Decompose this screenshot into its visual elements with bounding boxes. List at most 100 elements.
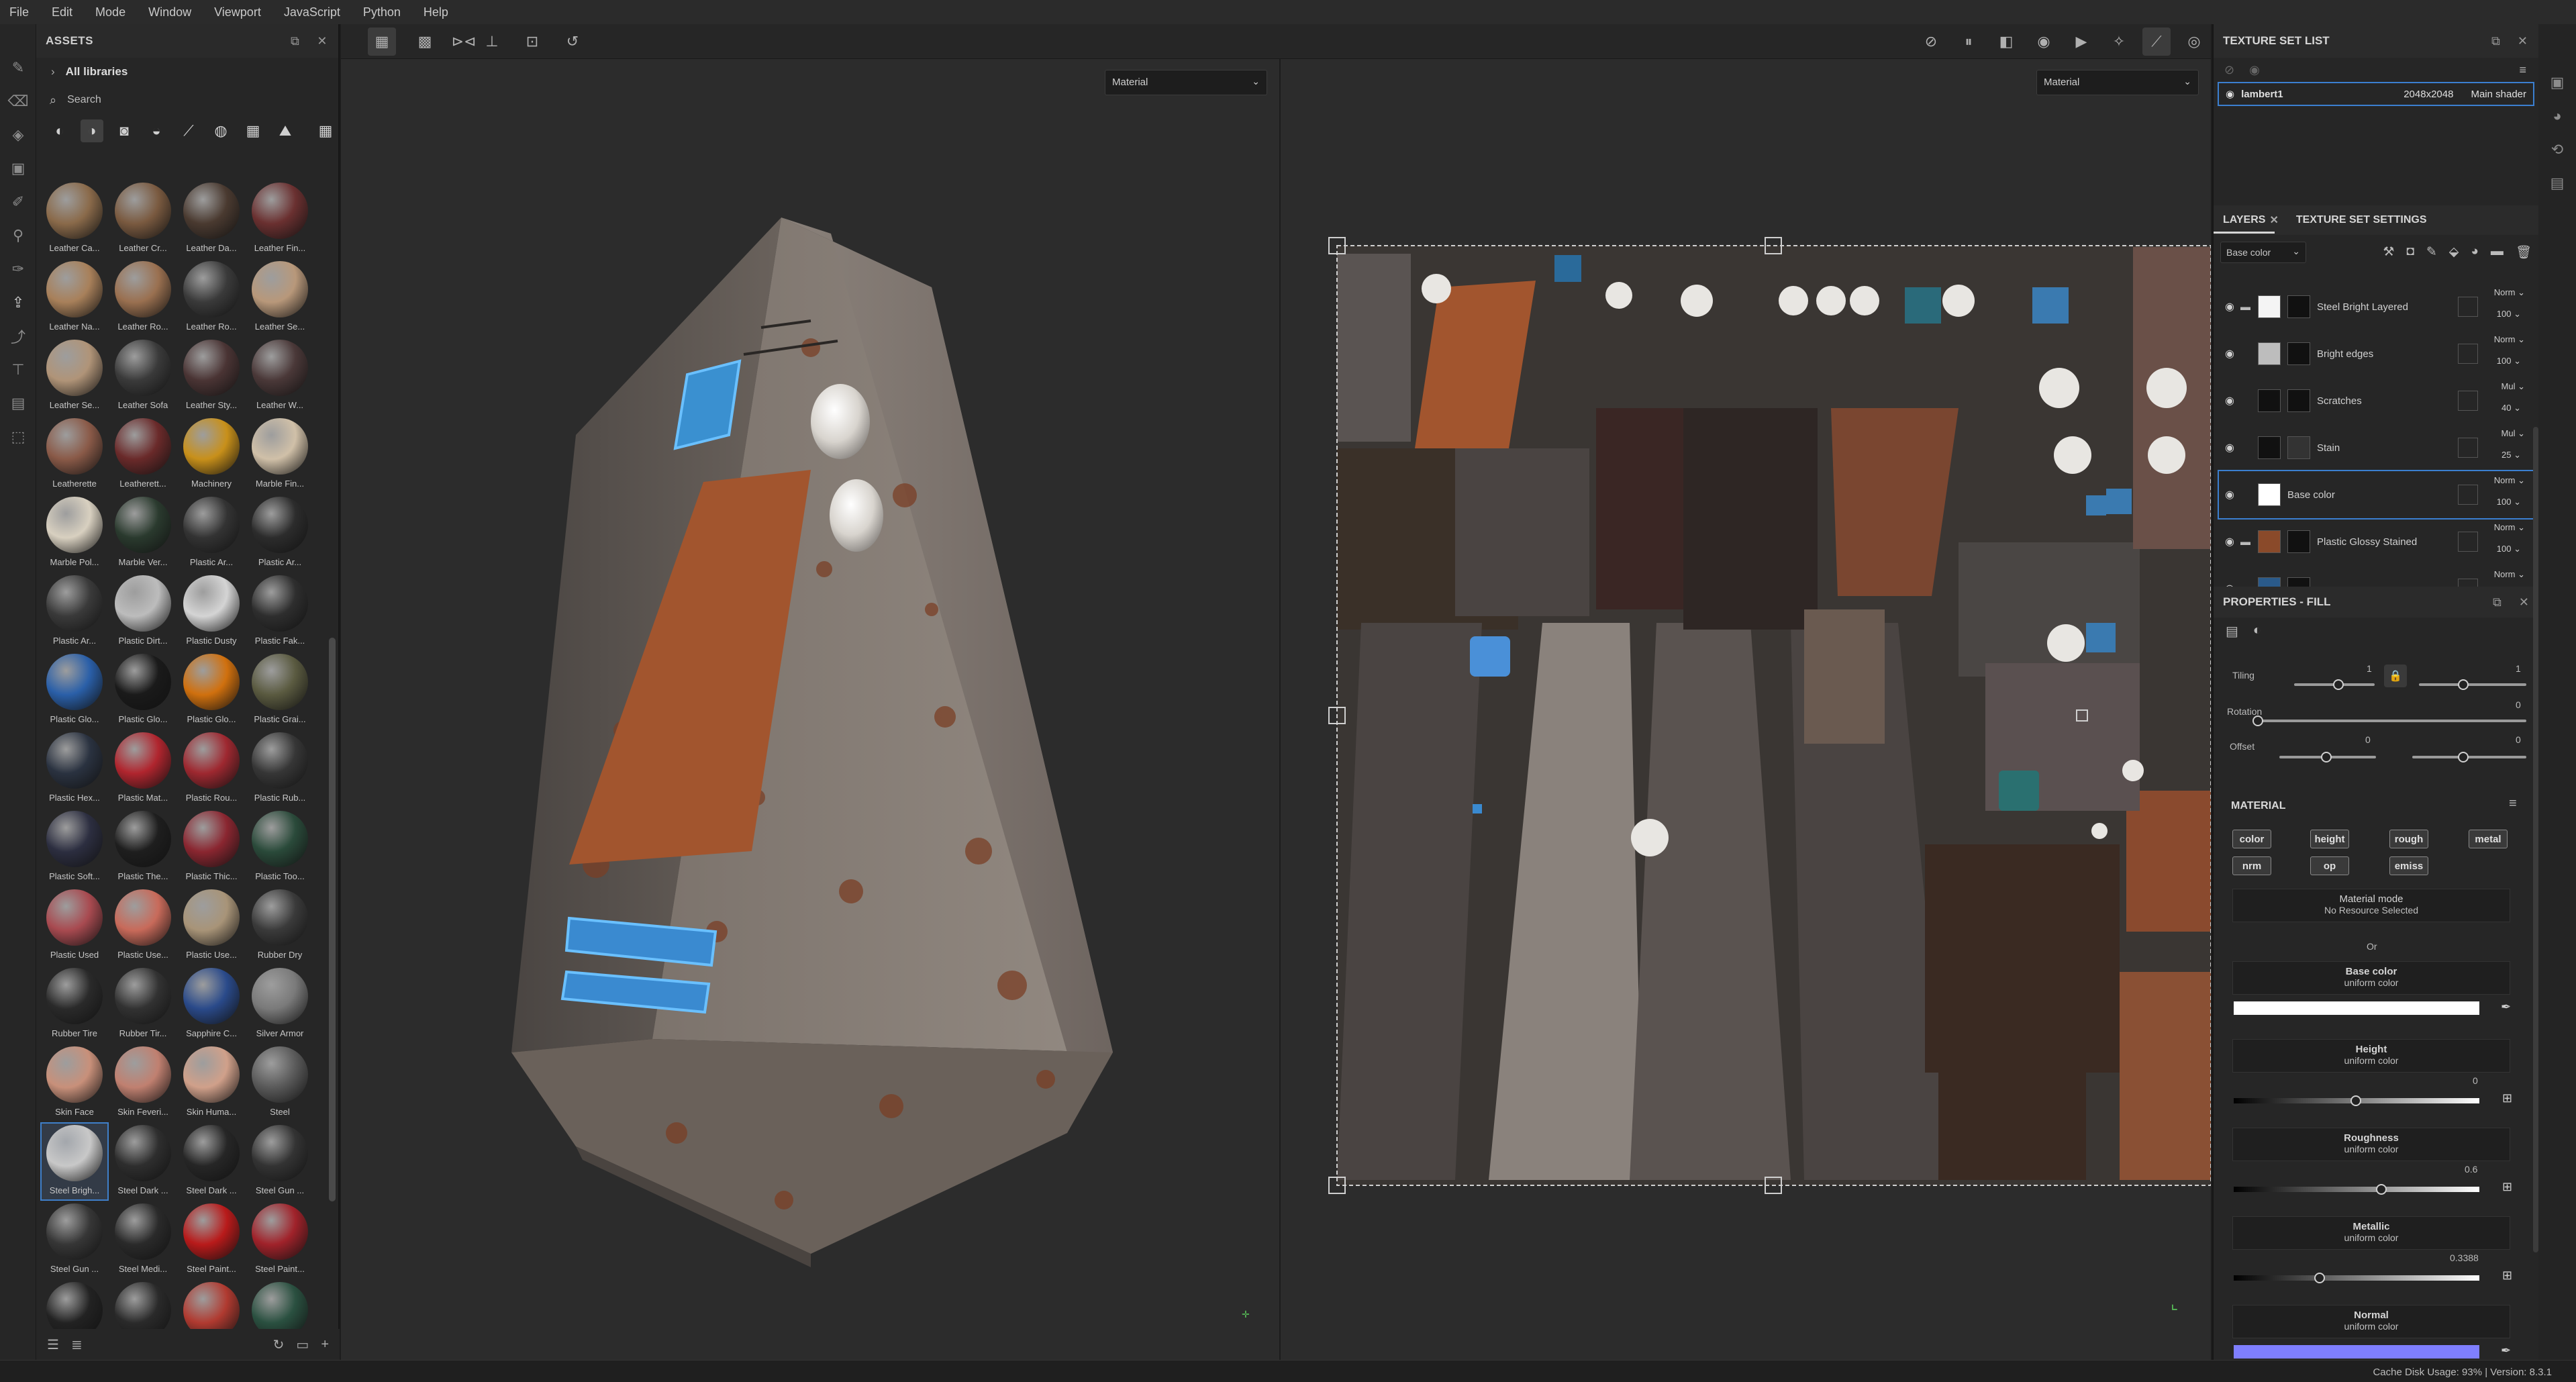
render-mode-icon[interactable]: ◉: [2030, 28, 2058, 56]
environments-icon[interactable]: ⛰: [274, 119, 297, 142]
bake-icon[interactable]: ⇪: [0, 286, 36, 319]
search-input[interactable]: ⌕ Search: [36, 86, 338, 114]
visibility-eye-icon[interactable]: ◉: [2226, 88, 2234, 100]
smudge-icon[interactable]: ✐: [0, 185, 36, 219]
geometry-mask-icon[interactable]: ▣: [0, 152, 36, 185]
layer-row[interactable]: ◉ Base color Norm ⌄ 100 ⌄: [2218, 470, 2536, 520]
asset-tile[interactable]: Marble Ver...: [109, 494, 177, 573]
add-icon[interactable]: +: [321, 1337, 329, 1352]
asset-tile[interactable]: Steel Gun ...: [40, 1201, 109, 1279]
asset-tile[interactable]: Plastic Mat...: [109, 730, 177, 808]
filters-icon[interactable]: ◒: [145, 119, 168, 142]
box-icon[interactable]: ⬚: [0, 420, 36, 454]
opacity-value[interactable]: 25 ⌄: [2501, 450, 2521, 460]
history-icon[interactable]: ⟲: [2538, 133, 2576, 166]
asset-tile[interactable]: Marble Fin...: [246, 415, 314, 494]
asset-tile[interactable]: Machinery: [177, 415, 246, 494]
asset-tile[interactable]: Skin Face: [40, 1044, 109, 1122]
blend-mode-select[interactable]: Norm ⌄: [2494, 334, 2525, 345]
height-knob[interactable]: [2350, 1095, 2361, 1106]
opacity-value[interactable]: 100 ⌄: [2497, 309, 2521, 319]
frame-icon[interactable]: ⊡: [518, 28, 546, 56]
metallic-slider[interactable]: [2234, 1275, 2479, 1281]
asset-tile[interactable]: Plastic Grai...: [246, 651, 314, 730]
asset-tile[interactable]: Steel Gun ...: [246, 1122, 314, 1201]
asset-tile[interactable]: Plastic Thic...: [177, 808, 246, 887]
textures-icon[interactable]: ▦: [242, 119, 264, 142]
height-channel[interactable]: Height uniform color: [2232, 1039, 2510, 1073]
fill-properties-icon[interactable]: ▤: [2226, 623, 2238, 640]
link-icon[interactable]: ⊘: [2224, 63, 2234, 77]
base-color-swatch[interactable]: [2234, 1001, 2479, 1015]
chip-metal[interactable]: metal: [2469, 830, 2508, 848]
projection-icon[interactable]: ◈: [0, 118, 36, 152]
asset-tile[interactable]: Skin Feveri...: [109, 1044, 177, 1122]
close-icon[interactable]: ✕: [2269, 213, 2278, 227]
asset-tile[interactable]: Plastic Hex...: [40, 730, 109, 808]
add-paint-layer-icon[interactable]: ✎: [2426, 244, 2437, 260]
asset-tile[interactable]: Plastic Dirt...: [109, 573, 177, 651]
random-icon[interactable]: ⊞: [2502, 1091, 2512, 1105]
tab-texture-set-settings[interactable]: TEXTURE SET SETTINGS: [2287, 214, 2436, 226]
assets-scrollbar[interactable]: [329, 638, 336, 1201]
menu-python[interactable]: Python: [363, 5, 401, 19]
metallic-channel[interactable]: Metallic uniform color: [2232, 1216, 2510, 1250]
eyedropper-icon[interactable]: ✒: [2501, 1344, 2511, 1358]
asset-tile[interactable]: Plastic Rub...: [246, 730, 314, 808]
new-folder-icon[interactable]: ▭: [296, 1336, 309, 1353]
asset-tile[interactable]: Sapphire C...: [177, 965, 246, 1044]
asset-tile[interactable]: Leather Ro...: [177, 258, 246, 337]
asset-tile[interactable]: Steel Dark ...: [109, 1122, 177, 1201]
menu-help[interactable]: Help: [424, 5, 448, 19]
log-icon[interactable]: ▤: [2538, 166, 2576, 200]
blend-mode-select[interactable]: Mul ⌄: [2501, 381, 2525, 392]
lighting-icon[interactable]: ✧: [2105, 28, 2133, 56]
float-panel-icon[interactable]: ⧉: [2491, 34, 2500, 48]
align-icon[interactable]: ⊥: [478, 28, 506, 56]
asset-tile[interactable]: Leatherett...: [109, 415, 177, 494]
asset-tile[interactable]: Marble Pol...: [40, 494, 109, 573]
viewport-2d[interactable]: Material ⌄ ⌞: [1281, 59, 2211, 1360]
normal-swatch[interactable]: [2234, 1345, 2479, 1359]
blend-mode-select[interactable]: Norm ⌄: [2494, 475, 2525, 486]
hide-ui-icon[interactable]: ⊘: [1917, 28, 1945, 56]
library-selector[interactable]: › All libraries: [36, 58, 338, 86]
particles-icon[interactable]: ◍: [209, 119, 232, 142]
shader-settings-icon[interactable]: ◕: [2538, 99, 2576, 133]
viewport-3d[interactable]: Material ⌄ ✛: [341, 59, 1279, 1360]
chip-color[interactable]: color: [2232, 830, 2271, 848]
camera-icon[interactable]: ▶: [2067, 28, 2095, 56]
asset-tile[interactable]: Steel: [246, 1044, 314, 1122]
asset-tile[interactable]: Steel Dark ...: [177, 1122, 246, 1201]
menu-window[interactable]: Window: [148, 5, 191, 19]
split-view-icon[interactable]: ◧: [1992, 28, 2020, 56]
blend-mode-select[interactable]: Mul ⌄: [2501, 428, 2525, 439]
layer-row[interactable]: ◉ ▬ Plastic Glossy Stained Norm ⌄ 100 ⌄: [2219, 518, 2534, 565]
opacity-value[interactable]: 100 ⌄: [2497, 356, 2521, 366]
asset-tile[interactable]: Silver Armor: [246, 965, 314, 1044]
smart-materials-icon[interactable]: ◑: [81, 119, 103, 142]
asset-tile[interactable]: Plastic Use...: [109, 887, 177, 965]
normal-channel[interactable]: Normal uniform color: [2232, 1305, 2510, 1338]
asset-tile[interactable]: Steel Medi...: [109, 1201, 177, 1279]
menu-edit[interactable]: Edit: [52, 5, 72, 19]
layer-row[interactable]: ◉ Scratches Mul ⌄ 40 ⌄: [2219, 377, 2534, 424]
layer-row[interactable]: ◉ Bright edges Norm ⌄ 100 ⌄: [2219, 330, 2534, 377]
asset-tile[interactable]: Plastic Fak...: [246, 573, 314, 651]
delete-icon[interactable]: 🗑: [2516, 244, 2532, 260]
tiling-slider-2[interactable]: [2419, 683, 2526, 686]
asset-tile[interactable]: Plastic Ar...: [40, 573, 109, 651]
asset-tile[interactable]: Skin Huma...: [177, 1044, 246, 1122]
add-smart-material-icon[interactable]: ◕: [2471, 244, 2478, 260]
asset-tile[interactable]: Leather Da...: [177, 180, 246, 258]
mask-slot[interactable]: [2458, 532, 2478, 552]
add-fill-layer-icon[interactable]: ⬙: [2449, 244, 2459, 260]
paint-mode-icon[interactable]: ⟋: [2142, 27, 2171, 56]
mask-slot[interactable]: [2458, 391, 2478, 411]
texture-icon[interactable]: ▤: [0, 387, 36, 420]
close-icon[interactable]: ✕: [317, 34, 328, 48]
menu-mode[interactable]: Mode: [95, 5, 126, 19]
history-icon[interactable]: ↺: [558, 28, 587, 56]
visibility-eye-icon[interactable]: ◉: [2219, 300, 2240, 313]
chip-height[interactable]: height: [2310, 830, 2349, 848]
